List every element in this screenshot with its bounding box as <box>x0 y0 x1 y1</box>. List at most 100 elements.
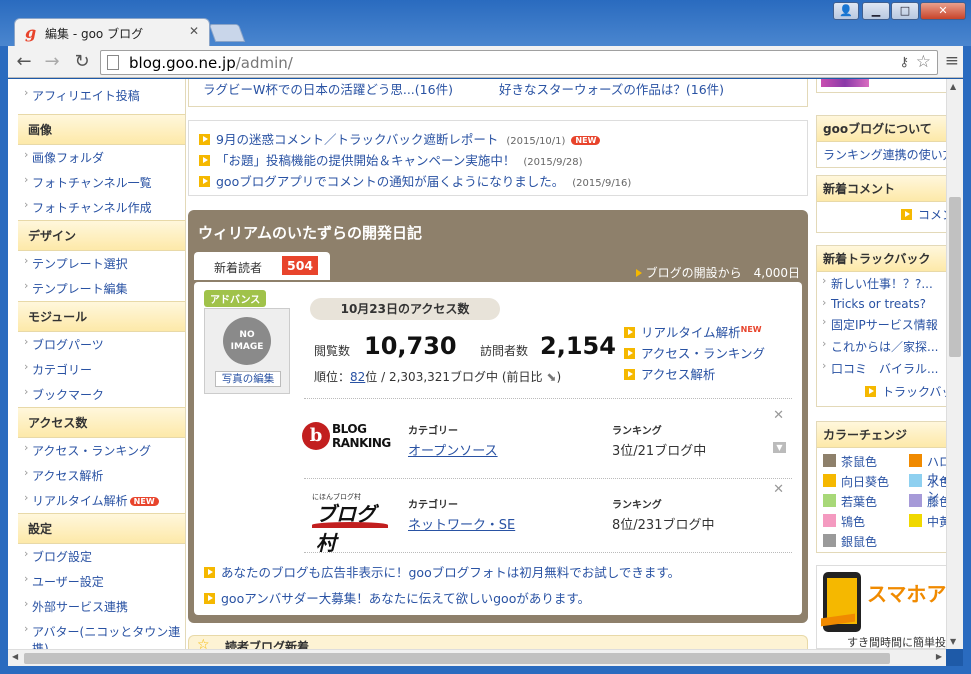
trackback-item[interactable]: Tricks or treats? <box>817 294 946 313</box>
minimize-button[interactable]: ▁ <box>862 2 890 20</box>
blog-title[interactable]: ウィリアムのいたずらの開発日記 <box>198 222 422 243</box>
window-frame-left <box>0 46 8 674</box>
color-swatch[interactable] <box>909 474 922 487</box>
comments-more-link[interactable]: コメント <box>817 202 946 227</box>
category-link[interactable]: オープンソース <box>408 440 498 459</box>
blogmura-block: にほんブログ村 ブログ村 カテゴリー ネットワーク・SE ランキング 8位/23… <box>312 482 784 555</box>
sidebar-item[interactable]: 画像フォルダ <box>18 145 185 170</box>
chevron-down-icon[interactable]: ▼ <box>773 442 786 453</box>
trackback-item[interactable]: これからは／家探... <box>817 335 946 357</box>
sidebar-section-title: アクセス数 <box>18 407 185 438</box>
sidebar-item[interactable]: ブックマーク <box>18 382 185 407</box>
reader-blog-box: ☆ 読者ブログ新着 <box>188 635 808 649</box>
smartphone-app-banner[interactable]: スマホア すき間時間に簡単投稿 <box>816 565 946 649</box>
color-swatch[interactable] <box>823 474 836 487</box>
sidebar-item[interactable]: リアルタイム解析NEW <box>18 488 185 513</box>
color-swatch[interactable] <box>823 454 836 467</box>
window-titlebar: g 編集 - goo ブログ ✕ 👤 ▁ □ ✕ <box>0 0 971 46</box>
color-swatch[interactable] <box>909 454 922 467</box>
sidebar-item[interactable]: アクセス・ランキング <box>18 438 185 463</box>
blog-ranking-logo[interactable]: b BLOG RANKING <box>302 420 402 456</box>
notice-item[interactable]: 「お題」投稿機能の提供開始＆キャンペーン実施中！ (2015/9/28) <box>199 150 797 171</box>
topic-link-rugby[interactable]: ラグビーW杯での日本の活躍どう思...(16件) <box>203 79 453 98</box>
arrow-bullet-icon <box>204 593 215 604</box>
user-icon[interactable]: 👤 <box>833 2 859 20</box>
trackback-item[interactable]: 口コミ バイラル... <box>817 357 946 379</box>
realtime-analysis-link[interactable]: リアルタイム解析NEW <box>624 322 765 343</box>
right-sidebar: gooブログについて ランキング連携の使い方 新着コメント コメント 新着トラッ… <box>816 79 946 649</box>
sidebar-section-title: 画像 <box>18 114 185 145</box>
notice-item[interactable]: gooブログアプリでコメントの通知が届くようになりました。 (2015/9/16) <box>199 171 797 192</box>
edit-photo-button[interactable]: 写真の編集 <box>215 371 281 387</box>
maximize-button[interactable]: □ <box>891 2 919 20</box>
sidebar-item[interactable]: テンプレート選択 <box>18 251 185 276</box>
notice-item[interactable]: 9月の迷惑コメント／トラックバック遮断レポート (2015/10/1) NEW <box>199 129 797 150</box>
sidebar-item[interactable]: アバター(ニコッとタウン連携) <box>18 619 185 649</box>
color-option-label[interactable]: 若葉色 <box>841 493 877 510</box>
sidebar-item[interactable]: ブログ設定 <box>18 544 185 569</box>
color-swatch[interactable] <box>909 494 922 507</box>
sidebar-section-title: モジュール <box>18 301 185 332</box>
sidebar-item[interactable]: テンプレート編集 <box>18 276 185 301</box>
scroll-up-icon[interactable]: ▲ <box>950 82 956 91</box>
vertical-scrollbar[interactable]: ▲ ▼ <box>946 79 963 649</box>
scroll-left-icon[interactable]: ◀ <box>12 652 18 661</box>
blogmura-logo[interactable]: にほんブログ村 ブログ村 <box>312 492 388 555</box>
scroll-thumb[interactable] <box>24 653 890 664</box>
sidebar-item[interactable]: 外部サービス連携 <box>18 594 185 619</box>
sidebar-item[interactable]: フォトチャンネル一覧 <box>18 170 185 195</box>
star-icon: ☆ <box>197 637 210 649</box>
promo-link[interactable]: あなたのブログも広告非表示に！gooブログフォトは初月無料でお試しできます。 <box>204 562 680 581</box>
trackbacks-more-link[interactable]: トラックバック <box>817 379 946 404</box>
reload-icon[interactable]: ↻ <box>70 51 94 72</box>
new-badge: NEW <box>571 136 601 145</box>
sidebar-item-affiliate[interactable]: アフィリエイト投稿 <box>18 83 185 108</box>
close-window-button[interactable]: ✕ <box>920 2 966 20</box>
ranking-guide-link[interactable]: ランキング連携の使い方 <box>817 142 946 167</box>
color-swatch[interactable] <box>823 534 836 547</box>
back-icon[interactable]: ← <box>12 51 36 72</box>
close-icon[interactable]: ✕ <box>773 408 784 423</box>
scroll-thumb[interactable] <box>949 197 961 357</box>
sidebar-item[interactable]: ユーザー設定 <box>18 569 185 594</box>
forward-icon[interactable]: → <box>40 51 64 72</box>
new-readers-tab[interactable]: 新着読者 504 <box>194 252 330 280</box>
trackback-item[interactable]: 新しい仕事！？?... <box>817 272 946 294</box>
visitors-label: 訪問者数 <box>480 344 529 358</box>
color-option-label[interactable]: 中黄 <box>927 513 946 530</box>
category-link[interactable]: ネットワーク・SE <box>408 514 515 533</box>
rank-line: 順位：82位 / 2,303,321ブログ中 (前日比 ⬊) <box>314 370 562 384</box>
tab-close-icon[interactable]: ✕ <box>189 24 199 38</box>
new-tab-button[interactable] <box>208 24 246 42</box>
color-option-label[interactable]: 藤色 <box>927 493 946 510</box>
rank-link[interactable]: 82 <box>350 370 365 384</box>
scroll-right-icon[interactable]: ▶ <box>936 652 942 661</box>
horizontal-scrollbar[interactable]: ◀ ▶ <box>8 649 946 666</box>
color-row: 若葉色 藤色 <box>817 491 946 511</box>
access-analysis-link[interactable]: アクセス解析 <box>624 364 765 385</box>
color-swatch[interactable] <box>823 514 836 527</box>
access-ranking-link[interactable]: アクセス・ランキング <box>624 343 765 364</box>
address-bar[interactable]: blog.goo.ne.jp/admin/ ⚷ ☆ <box>100 50 938 75</box>
sidebar-item[interactable]: アクセス解析 <box>18 463 185 488</box>
close-icon[interactable]: ✕ <box>773 482 784 497</box>
key-icon[interactable]: ⚷ <box>899 55 909 70</box>
sidebar-item[interactable]: フォトチャンネル作成 <box>18 195 185 220</box>
sidebar-item[interactable]: カテゴリー <box>18 357 185 382</box>
sidebar-item[interactable]: ブログパーツ <box>18 332 185 357</box>
color-option-label[interactable]: 鴇色 <box>841 513 865 530</box>
color-swatch[interactable] <box>823 494 836 507</box>
bookmark-star-icon[interactable]: ☆ <box>916 52 931 72</box>
menu-icon[interactable]: ≡ <box>945 51 959 71</box>
color-swatch[interactable] <box>909 514 922 527</box>
color-option-label[interactable]: 銀鼠色 <box>841 533 877 550</box>
color-option-label[interactable]: 向日葵色 <box>841 473 889 490</box>
promo-link[interactable]: gooアンバサダー大募集！あなたに伝えて欲しいgooがあります。 <box>204 588 590 607</box>
browser-tab[interactable]: g 編集 - goo ブログ ✕ <box>14 18 210 46</box>
color-option-label[interactable]: 水色 <box>927 473 946 490</box>
color-option-label[interactable]: 茶鼠色 <box>841 453 877 470</box>
topic-link-starwars[interactable]: 好きなスターウォーズの作品は？(16件) <box>499 79 724 98</box>
scroll-down-icon[interactable]: ▼ <box>950 637 956 646</box>
new-trackbacks-box: 新着トラックバック 新しい仕事！？?...Tricks or treats?固定… <box>816 245 946 407</box>
trackback-item[interactable]: 固定IPサービス情報 <box>817 313 946 335</box>
